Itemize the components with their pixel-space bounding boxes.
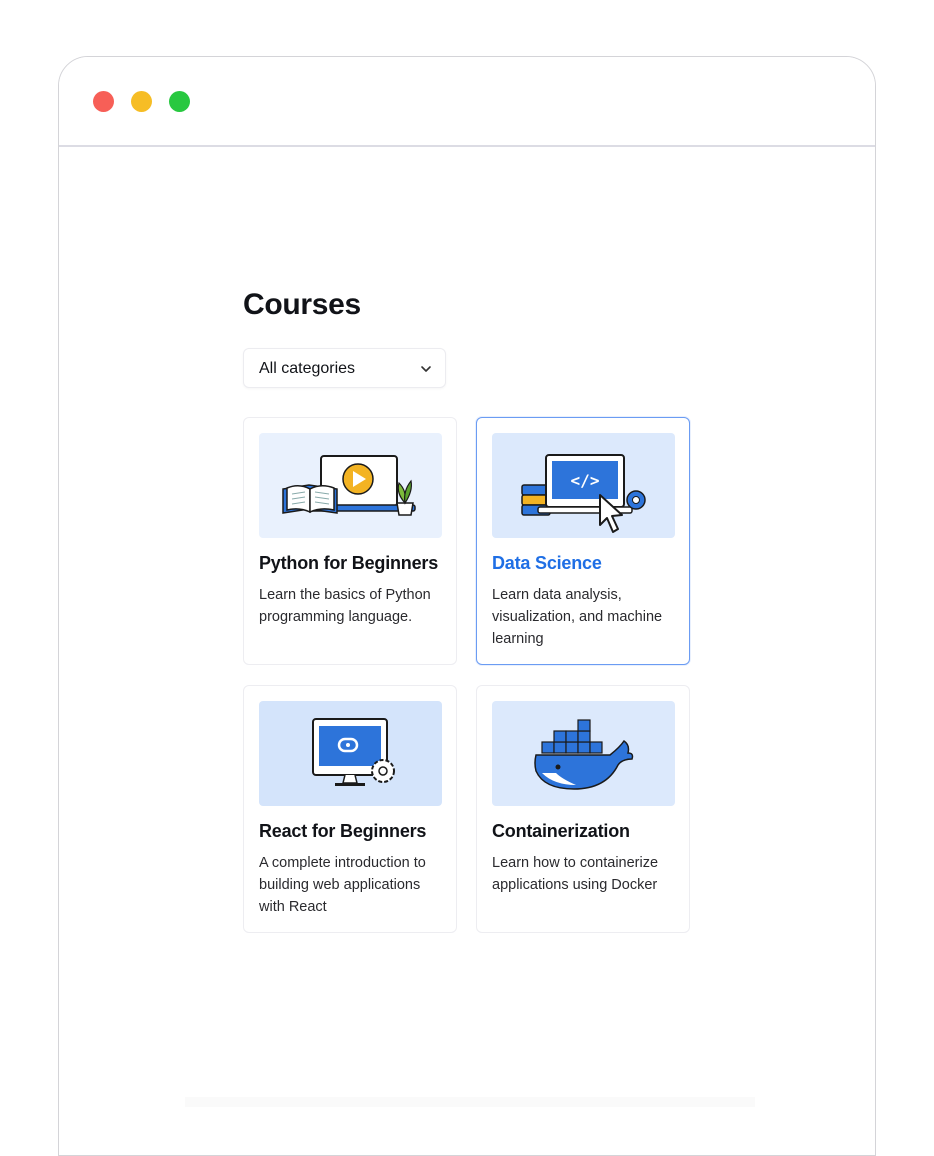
svg-text:</>: </> [571, 471, 600, 490]
window-titlebar [59, 57, 875, 147]
category-filter-value: All categories [259, 360, 356, 377]
minimize-window-button[interactable] [131, 91, 152, 112]
course-title: Containerization [492, 821, 630, 841]
course-title: Data Science [492, 553, 602, 573]
docker-whale-illustration [492, 701, 675, 806]
faded-footer [185, 1097, 755, 1107]
course-description: Learn data analysis, visualization, and … [492, 587, 663, 647]
chevron-down-icon [421, 366, 431, 372]
category-filter-select[interactable]: All categories [243, 348, 446, 388]
course-description: A complete introduction to building web … [259, 855, 426, 915]
course-description: Learn how to containerize applications u… [492, 855, 659, 893]
maximize-window-button[interactable] [169, 91, 190, 112]
monitor-gear-illustration [259, 701, 442, 806]
code-laptop-illustration: </> [492, 433, 675, 538]
close-window-button[interactable] [93, 91, 114, 112]
course-card-python[interactable]: Python for Beginners Learn the basics of… [243, 417, 457, 665]
course-title: Python for Beginners [259, 553, 439, 573]
course-card-containerization[interactable]: Containerization Learn how to containeri… [476, 685, 690, 933]
browser-window: Courses All categories Python for Beginn… [58, 56, 876, 1156]
book-video-illustration [259, 433, 442, 538]
course-description: Learn the basics of Python programming l… [259, 587, 431, 625]
page-title: Courses [243, 288, 361, 321]
course-card-data-science[interactable]: </> Data Science Learn data analysis, vi… [476, 417, 690, 665]
course-card-react[interactable]: React for Beginners A complete introduct… [243, 685, 457, 933]
course-title: React for Beginners [259, 821, 427, 841]
